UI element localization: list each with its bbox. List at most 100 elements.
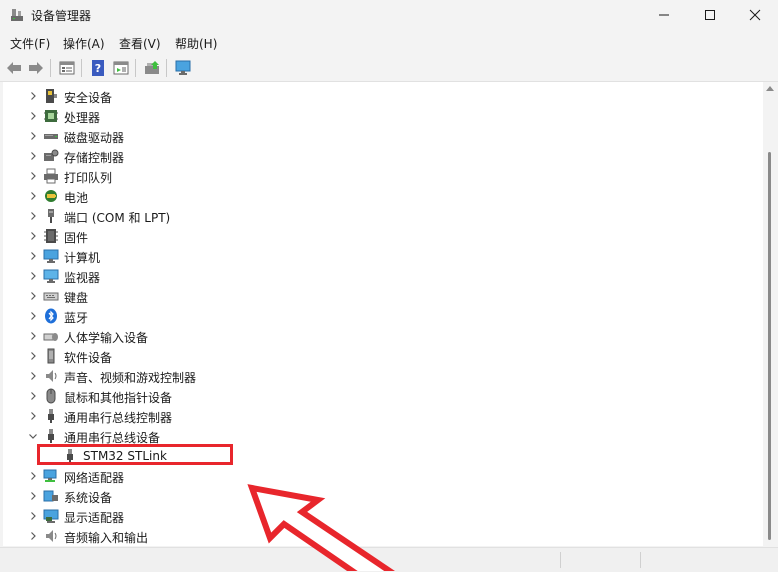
svg-text:?: ?: [95, 62, 101, 75]
tree-category-item[interactable]: 声音、视频和游戏控制器: [3, 366, 763, 386]
tree-item-label: 监视器: [64, 271, 101, 285]
chevron-right-icon[interactable]: [27, 210, 39, 222]
chevron-right-icon[interactable]: [27, 110, 39, 122]
update-driver-button[interactable]: [142, 58, 162, 78]
chevron-down-icon[interactable]: [27, 430, 39, 442]
menu-file[interactable]: 文件(F): [10, 35, 50, 52]
minimize-icon: [659, 14, 669, 16]
disk-drive-icon: [44, 134, 58, 139]
chevron-right-icon[interactable]: [27, 390, 39, 402]
tree-item-label: 端口 (COM 和 LPT): [64, 211, 171, 225]
tree-category-item[interactable]: 通用串行总线控制器: [3, 406, 763, 426]
tree-category-item[interactable]: 显示适配器: [3, 506, 763, 526]
chevron-right-icon[interactable]: [27, 170, 39, 182]
scan-hardware-button[interactable]: [173, 58, 193, 78]
chevron-right-icon[interactable]: [27, 150, 39, 162]
tree-category-item[interactable]: 鼠标和其他指针设备: [3, 386, 763, 406]
close-button[interactable]: [732, 0, 778, 30]
monitor-scan-icon: [175, 60, 191, 75]
chevron-right-icon[interactable]: [27, 270, 39, 282]
tree-item-label: 打印队列: [64, 171, 113, 185]
keyboard-icon: [43, 292, 59, 301]
properties-button[interactable]: [57, 58, 77, 78]
toolbar-separator: [50, 59, 51, 77]
chevron-right-icon[interactable]: [27, 510, 39, 522]
chevron-right-icon[interactable]: [27, 410, 39, 422]
tree-category-item[interactable]: 打印队列: [3, 166, 763, 186]
tree-category-item[interactable]: 监视器: [3, 266, 763, 286]
tree-category-item[interactable]: 蓝牙: [3, 306, 763, 326]
battery-icon: [45, 190, 57, 202]
status-separator: [640, 552, 641, 568]
tree-category-item[interactable]: 处理器: [3, 106, 763, 126]
tree-category-item[interactable]: 存储控制器: [3, 146, 763, 166]
usb-icon: [67, 449, 73, 463]
tree-category-item[interactable]: 软件设备: [3, 346, 763, 366]
tree-item-label: 安全设备: [64, 91, 113, 105]
computer-icon: [43, 249, 59, 263]
chevron-right-icon[interactable]: [27, 230, 39, 242]
scroll-up-arrow-icon[interactable]: [766, 86, 774, 91]
device-tree[interactable]: 安全设备 处理器 磁盘驱动器 存储控制器打印队列电池端口 (COM 和 LPT) 固件计…: [3, 82, 763, 546]
tree-item-label: 通用串行总线控制器: [64, 411, 173, 425]
chevron-right-icon[interactable]: [27, 190, 39, 202]
tree-category-item[interactable]: 键盘: [3, 286, 763, 306]
tree-category-item[interactable]: 网络适配器: [3, 466, 763, 486]
menu-action[interactable]: 操作(A): [63, 35, 105, 52]
chevron-right-icon[interactable]: [27, 530, 39, 542]
tree-category-item[interactable]: 安全设备: [3, 86, 763, 106]
tree-item-label: 显示适配器: [64, 511, 125, 525]
storage-controller-icon: [44, 149, 59, 161]
tree-item-label: 蓝牙: [64, 311, 89, 325]
tree-category-item[interactable]: 端口 (COM 和 LPT): [3, 206, 763, 226]
help-button[interactable]: ?: [88, 58, 108, 78]
tree-category-item[interactable]: 固件: [3, 226, 763, 246]
back-arrow-icon: [7, 62, 21, 74]
show-hide-button[interactable]: [111, 58, 131, 78]
chevron-right-icon[interactable]: [27, 350, 39, 362]
tree-category-item[interactable]: 电池: [3, 186, 763, 206]
mouse-icon: [46, 388, 56, 404]
minimize-button[interactable]: [641, 0, 687, 30]
chevron-right-icon[interactable]: [27, 250, 39, 262]
forward-arrow-icon: [29, 62, 43, 74]
tree-category-item[interactable]: 系统设备: [3, 486, 763, 506]
status-separator: [560, 552, 561, 568]
tree-item-label: 网络适配器: [64, 471, 125, 485]
chevron-right-icon[interactable]: [27, 370, 39, 382]
tree-item-label: 通用串行总线设备: [64, 431, 161, 445]
forward-button[interactable]: [26, 58, 46, 78]
tree-item-label: 软件设备: [64, 351, 113, 365]
hid-icon: [43, 333, 58, 341]
display-adapter-icon: [43, 509, 59, 523]
chevron-right-icon[interactable]: [27, 310, 39, 322]
tree-item-label: 声音、视频和游戏控制器: [64, 371, 197, 385]
menu-view[interactable]: 查看(V): [119, 35, 161, 52]
device-manager-icon: [11, 9, 23, 21]
tree-item-label: 电池: [64, 191, 89, 205]
chevron-right-icon[interactable]: [27, 490, 39, 502]
vertical-scrollbar[interactable]: [764, 82, 776, 546]
menu-help[interactable]: 帮助(H): [175, 35, 217, 52]
tree-category-item[interactable]: 磁盘驱动器: [3, 126, 763, 146]
close-icon: [749, 9, 761, 21]
maximize-icon: [705, 10, 715, 20]
chevron-right-icon[interactable]: [27, 90, 39, 102]
chevron-right-icon[interactable]: [27, 130, 39, 142]
scroll-thumb[interactable]: [768, 152, 771, 540]
chevron-right-icon[interactable]: [27, 290, 39, 302]
status-bar: [0, 547, 778, 572]
back-button[interactable]: [4, 58, 24, 78]
title-bar: 设备管理器: [0, 0, 778, 30]
chevron-right-icon[interactable]: [27, 470, 39, 482]
tree-category-item[interactable]: 通用串行总线设备: [3, 426, 763, 446]
tree-category-item[interactable]: 计算机: [3, 246, 763, 266]
maximize-button[interactable]: [687, 0, 733, 30]
chevron-right-icon[interactable]: [27, 330, 39, 342]
tree-category-item[interactable]: 音频输入和输出: [3, 526, 763, 546]
show-hide-icon: [113, 61, 129, 75]
window-title: 设备管理器: [31, 9, 92, 23]
tree-child-item[interactable]: STM32 STLink: [3, 446, 763, 466]
audio-io-icon: [46, 530, 57, 542]
tree-category-item[interactable]: 人体学输入设备: [3, 326, 763, 346]
